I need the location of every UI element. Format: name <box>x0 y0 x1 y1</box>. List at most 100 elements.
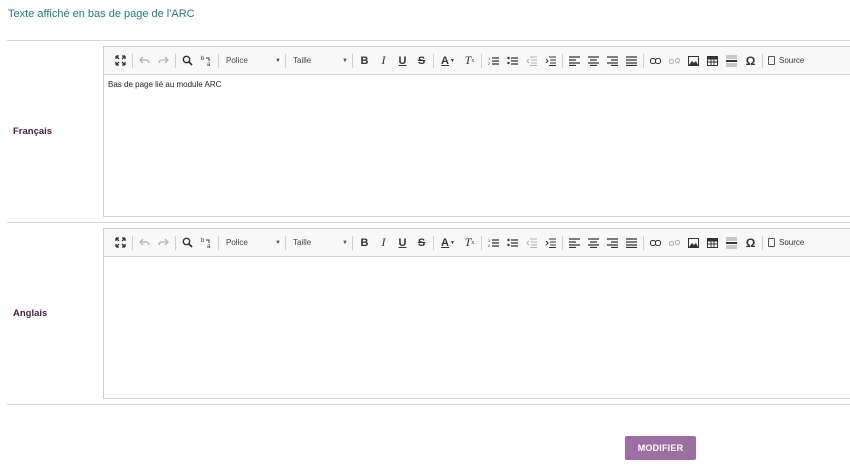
svg-text:a: a <box>207 244 211 249</box>
strike-icon[interactable]: S <box>413 52 430 70</box>
chevron-down-icon: ▼ <box>275 239 281 246</box>
undo-icon[interactable] <box>136 234 153 252</box>
underline-icon[interactable]: U <box>394 234 411 252</box>
svg-text:a: a <box>207 62 211 67</box>
remove-format-icon[interactable]: Tx <box>461 234 478 252</box>
find-icon[interactable] <box>179 234 196 252</box>
maximize-icon[interactable] <box>112 52 129 70</box>
source-label: Source <box>779 56 805 65</box>
size-combo-value: Taille <box>293 56 312 65</box>
editor-french: ba Police ▼ Taille ▼ B I U S A ▼ Tx 12 Ω So… <box>103 46 850 217</box>
bold-icon[interactable]: B <box>356 52 373 70</box>
undo-icon[interactable] <box>136 52 153 70</box>
font-combo[interactable]: Police ▼ <box>222 234 284 252</box>
size-combo[interactable]: Taille ▼ <box>289 234 351 252</box>
divider <box>7 40 850 41</box>
maximize-icon[interactable] <box>112 234 129 252</box>
align-right-icon[interactable] <box>604 52 621 70</box>
toolbar-separator <box>643 53 644 68</box>
toolbar-separator <box>481 235 482 250</box>
table-icon[interactable] <box>704 234 721 252</box>
replace-icon[interactable]: ba <box>198 52 215 70</box>
horizontal-rule-icon[interactable] <box>723 52 740 70</box>
align-right-icon[interactable] <box>604 234 621 252</box>
divider <box>7 222 850 223</box>
indent-icon[interactable] <box>542 52 559 70</box>
svg-text:2: 2 <box>488 61 491 66</box>
editor-toolbar: ba Police ▼ Taille ▼ B I U S A ▼ Tx 12 Ω So… <box>104 229 850 257</box>
special-char-icon[interactable]: Ω <box>742 234 759 252</box>
toolbar-separator <box>433 235 434 250</box>
chevron-down-icon: ▼ <box>342 57 348 64</box>
table-icon[interactable] <box>704 52 721 70</box>
redo-icon[interactable] <box>155 52 172 70</box>
svg-text:b: b <box>201 238 205 244</box>
link-icon[interactable] <box>647 234 664 252</box>
svg-text:b: b <box>201 56 205 62</box>
remove-format-icon[interactable]: Tx <box>461 52 478 70</box>
toolbar-separator <box>562 235 563 250</box>
chevron-down-icon: ▼ <box>342 239 348 246</box>
align-center-icon[interactable] <box>585 52 602 70</box>
toolbar-separator <box>433 53 434 68</box>
font-combo-value: Police <box>226 238 248 247</box>
special-char-icon[interactable]: Ω <box>742 52 759 70</box>
bulleted-list-icon[interactable] <box>504 234 521 252</box>
justify-icon[interactable] <box>623 52 640 70</box>
toolbar-separator <box>285 53 286 68</box>
source-icon <box>768 238 775 247</box>
toolbar-separator <box>175 235 176 250</box>
italic-icon[interactable]: I <box>375 234 392 252</box>
font-combo-value: Police <box>226 56 248 65</box>
editor-toolbar: ba Police ▼ Taille ▼ B I U S A ▼ Tx 12 Ω So… <box>104 47 850 75</box>
size-combo-value: Taille <box>293 238 312 247</box>
italic-icon[interactable]: I <box>375 52 392 70</box>
label-french: Français <box>13 126 53 137</box>
image-icon[interactable] <box>685 52 702 70</box>
find-icon[interactable] <box>179 52 196 70</box>
unlink-icon[interactable] <box>666 234 683 252</box>
editor-content[interactable] <box>104 257 850 415</box>
align-left-icon[interactable] <box>566 52 583 70</box>
toolbar-separator <box>352 53 353 68</box>
image-icon[interactable] <box>685 234 702 252</box>
replace-icon[interactable]: ba <box>198 234 215 252</box>
text-color-icon[interactable]: A ▼ <box>437 234 459 252</box>
toolbar-separator <box>762 53 763 68</box>
link-icon[interactable] <box>647 52 664 70</box>
toolbar-separator <box>218 235 219 250</box>
horizontal-rule-icon[interactable] <box>723 234 740 252</box>
toolbar-separator <box>132 235 133 250</box>
indent-icon[interactable] <box>542 234 559 252</box>
svg-text:2: 2 <box>488 243 491 248</box>
bold-icon[interactable]: B <box>356 234 373 252</box>
source-icon <box>768 56 775 65</box>
outdent-icon[interactable] <box>523 234 540 252</box>
source-label: Source <box>779 238 805 247</box>
unlink-icon[interactable] <box>666 52 683 70</box>
editor-content[interactable]: Bas de page lié au module ARC <box>104 75 850 233</box>
text-color-icon[interactable]: A ▼ <box>437 52 459 70</box>
size-combo[interactable]: Taille ▼ <box>289 52 351 70</box>
outdent-icon[interactable] <box>523 52 540 70</box>
source-button[interactable]: Source <box>766 238 806 247</box>
toolbar-separator <box>762 235 763 250</box>
underline-icon[interactable]: U <box>394 52 411 70</box>
label-english: Anglais <box>13 308 48 319</box>
toolbar-separator <box>132 53 133 68</box>
toolbar-separator <box>352 235 353 250</box>
editor-english: ba Police ▼ Taille ▼ B I U S A ▼ Tx 12 Ω So… <box>103 228 850 399</box>
font-combo[interactable]: Police ▼ <box>222 52 284 70</box>
source-button[interactable]: Source <box>766 56 806 65</box>
redo-icon[interactable] <box>155 234 172 252</box>
strike-icon[interactable]: S <box>413 234 430 252</box>
numbered-list-icon[interactable]: 12 <box>485 234 502 252</box>
align-left-icon[interactable] <box>566 234 583 252</box>
align-center-icon[interactable] <box>585 234 602 252</box>
bulleted-list-icon[interactable] <box>504 52 521 70</box>
numbered-list-icon[interactable]: 12 <box>485 52 502 70</box>
modify-button[interactable]: MODIFIER <box>625 436 696 460</box>
toolbar-separator <box>285 235 286 250</box>
chevron-down-icon: ▼ <box>275 57 281 64</box>
justify-icon[interactable] <box>623 234 640 252</box>
